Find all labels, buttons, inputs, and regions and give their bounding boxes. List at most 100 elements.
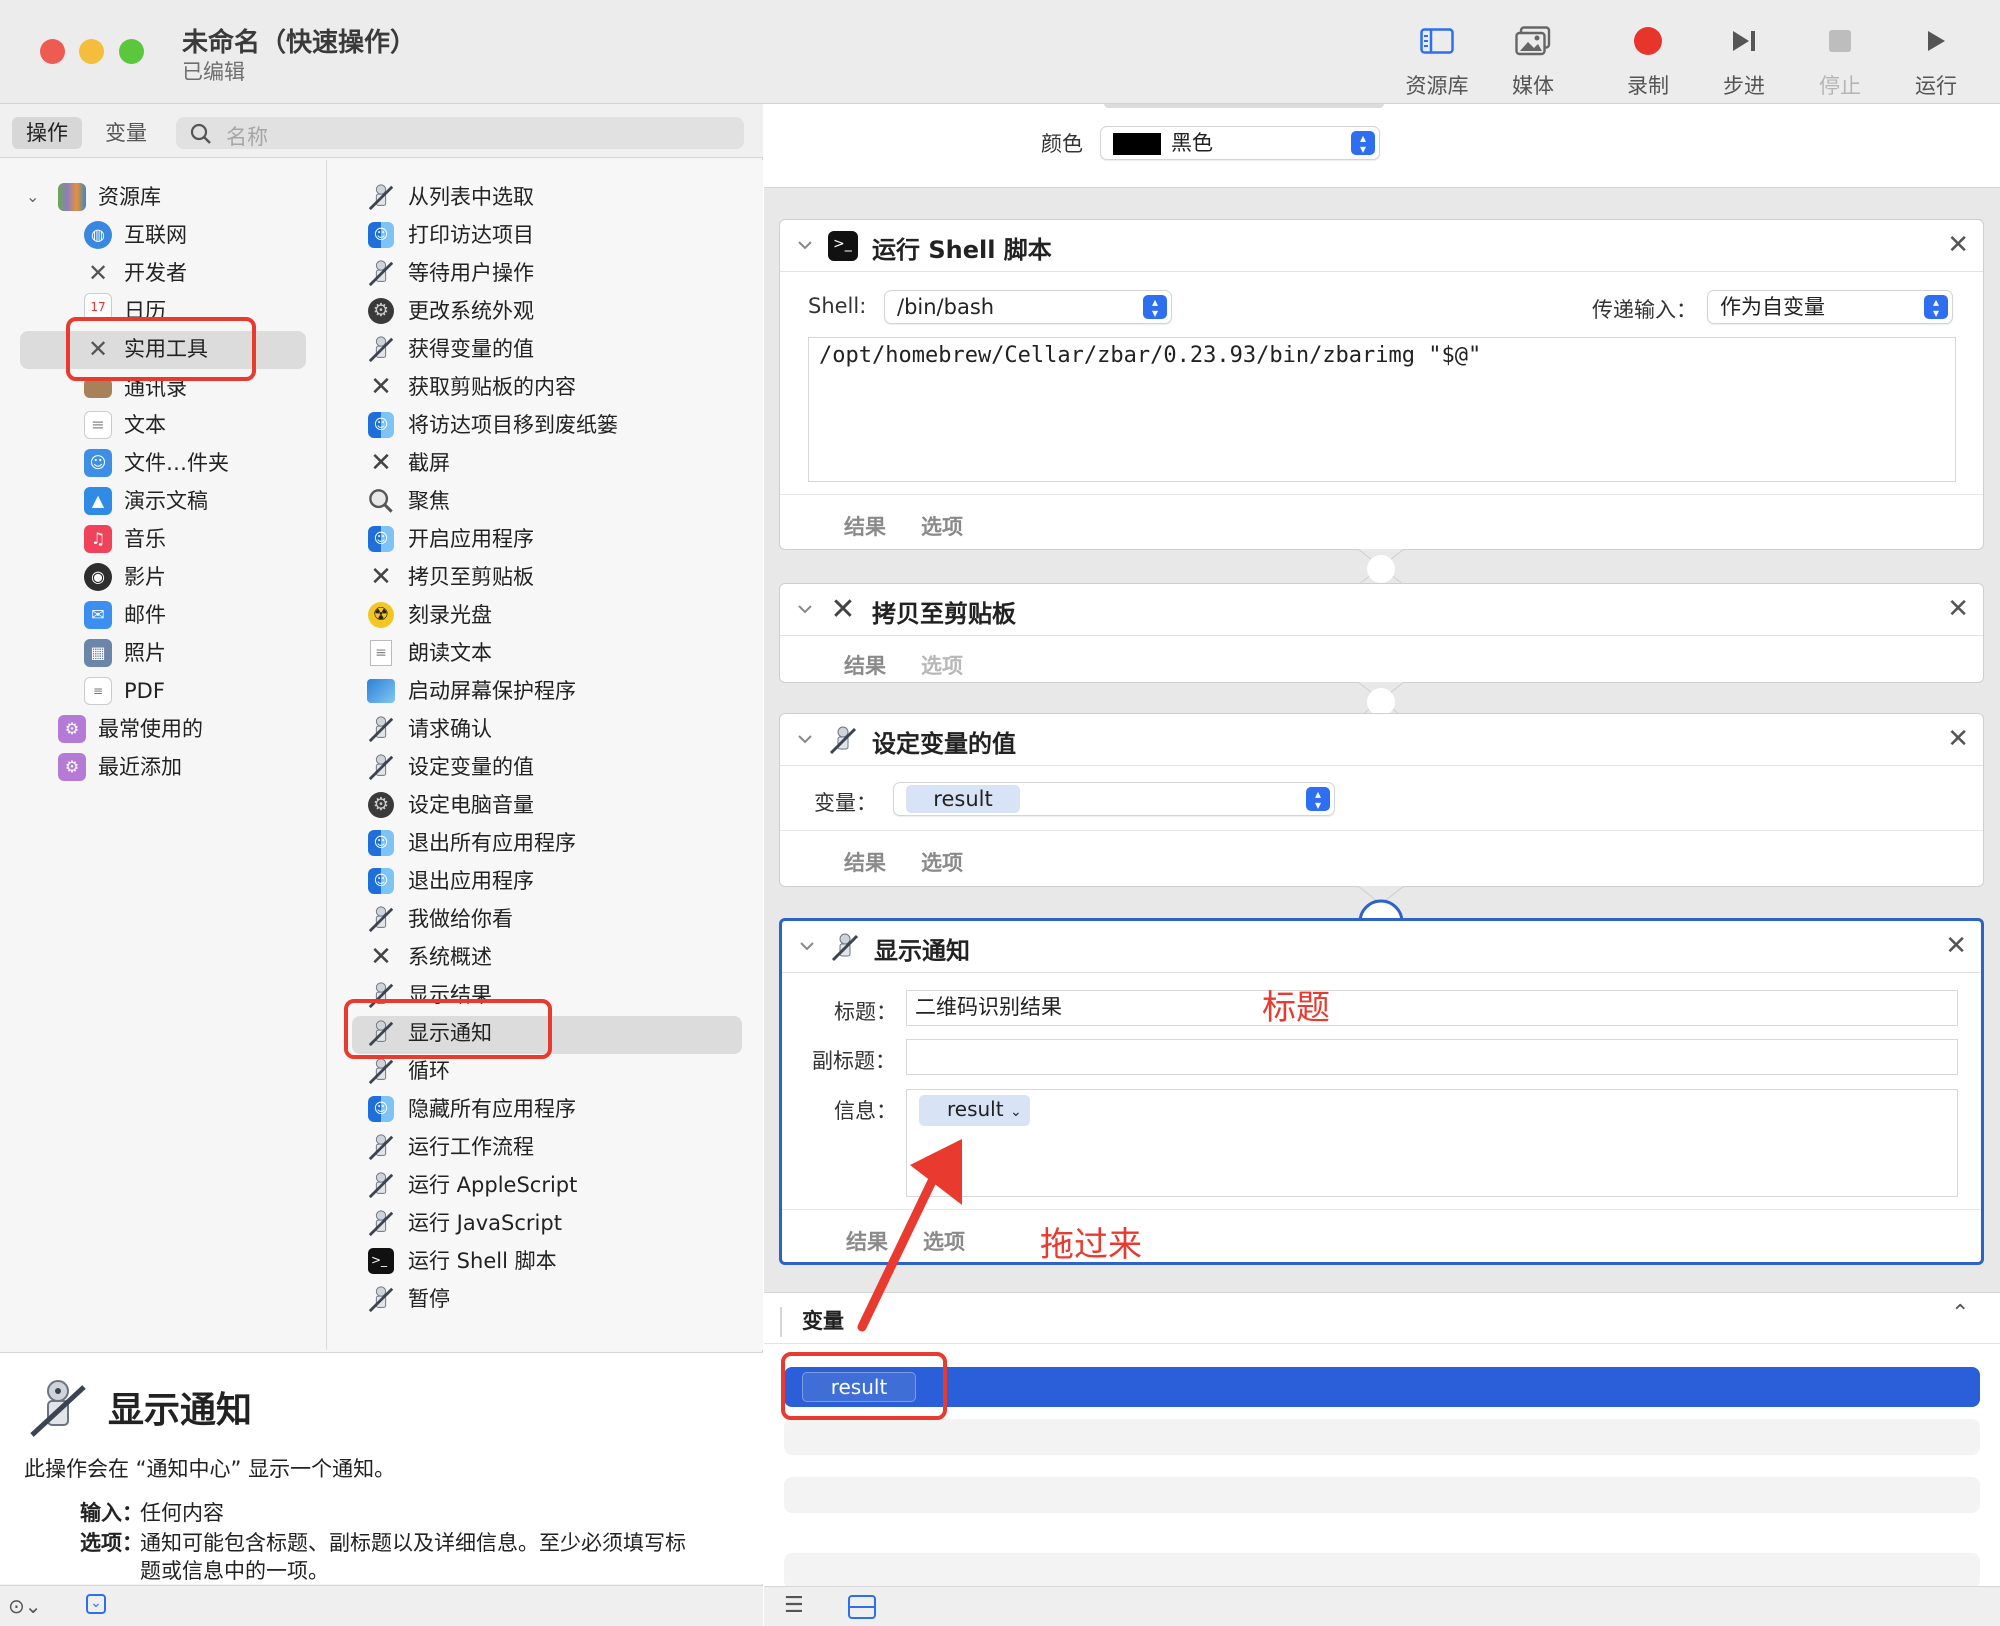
action-item[interactable]: 聚焦 [366, 483, 450, 519]
run-button[interactable]: 运行 [1891, 20, 1981, 100]
action-item[interactable]: 设定变量的值 [366, 749, 534, 785]
category-presentations[interactable]: ▲ 演示文稿 [84, 483, 208, 519]
category-most-used[interactable]: ⚙ 最常使用的 [58, 711, 203, 747]
category-movies[interactable]: ◉ 影片 [84, 559, 166, 595]
action-item[interactable]: ☺ 退出所有应用程序 [366, 825, 576, 861]
action-item[interactable]: ✕ 拷贝至剪贴板 [366, 559, 534, 595]
category-pdf[interactable]: ≡ PDF [84, 673, 165, 709]
message-variable-token[interactable]: result ⌄ [919, 1095, 1030, 1126]
smart-folder-icon: ⚙ [58, 753, 86, 781]
close-icon[interactable]: ✕ [1947, 724, 1969, 754]
close-icon[interactable]: ✕ [1947, 594, 1969, 624]
action-item[interactable]: >_ 运行 Shell 脚本 [366, 1243, 557, 1279]
notification-title-field[interactable]: 二维码识别结果 [906, 990, 1958, 1026]
action-item[interactable]: 运行 JavaScript [366, 1205, 562, 1241]
search-icon [366, 486, 396, 516]
notification-title-label: 标题： [834, 1000, 897, 1024]
variables-panel-title: 变量 [802, 1309, 844, 1333]
action-item[interactable]: ☺ 退出应用程序 [366, 863, 534, 899]
category-mail[interactable]: ✉ 邮件 [84, 597, 166, 633]
variables-view-icon[interactable] [848, 1595, 876, 1619]
library-button[interactable]: 资源库 [1392, 20, 1482, 100]
results-tab[interactable]: 结果 [844, 847, 886, 877]
collapse-chevron-icon[interactable] [794, 234, 816, 256]
results-tab[interactable]: 结果 [844, 511, 886, 541]
category-developer[interactable]: ✕ 开发者 [84, 255, 187, 291]
description-options-label: 选项： [80, 1531, 143, 1555]
action-item[interactable]: 请求确认 [366, 711, 492, 747]
notification-subtitle-field[interactable] [906, 1039, 1958, 1075]
automator-robot-icon [831, 933, 859, 962]
annotation-highlight-utilities [66, 317, 256, 381]
action-item[interactable]: 我做给你看 [366, 901, 513, 937]
action-label: 聚焦 [408, 489, 450, 513]
category-music[interactable]: ♫ 音乐 [84, 521, 166, 557]
category-files-folders[interactable]: ☺ 文件…件夹 [84, 445, 229, 481]
pass-input-value: 作为自变量 [1720, 295, 1825, 319]
description-toggle-icon[interactable]: ⌄ [86, 1594, 106, 1614]
action-label: 从列表中选取 [408, 185, 534, 209]
action-item[interactable]: ⚙ 设定电脑音量 [366, 787, 534, 823]
shell-value: /bin/bash [897, 295, 995, 319]
collapse-chevron-icon[interactable] [794, 598, 816, 620]
category-label: 通讯录 [124, 376, 187, 399]
variable-row-selected[interactable]: result [784, 1367, 1980, 1407]
options-tab[interactable]: 选项 [921, 847, 963, 877]
notification-message-field[interactable]: result ⌄ [906, 1089, 1958, 1197]
close-window-button[interactable] [40, 39, 65, 64]
action-item[interactable]: ≡ 朗读文本 [366, 635, 492, 671]
pass-input-popup[interactable]: 作为自变量 ▴ ▾ [1707, 290, 1953, 324]
action-item[interactable]: ☺ 将访达项目移到废纸篓 [366, 407, 618, 443]
notification-message-label: 信息： [834, 1099, 897, 1123]
action-item[interactable]: ✕ 获取剪贴板的内容 [366, 369, 576, 405]
action-item[interactable]: ☺ 打印访达项目 [366, 217, 534, 253]
collapse-panel-icon[interactable]: ⌃ [1951, 1301, 1969, 1326]
media-button[interactable]: 媒体 [1488, 20, 1578, 100]
options-tab[interactable]: 选项 [921, 511, 963, 541]
action-item[interactable]: ☺ 隐藏所有应用程序 [366, 1091, 576, 1127]
action-item[interactable]: 启动屏幕保护程序 [366, 673, 576, 709]
action-item[interactable]: ☺ 开启应用程序 [366, 521, 534, 557]
tab-actions[interactable]: 操作 [12, 117, 82, 149]
category-recently-added[interactable]: ⚙ 最近添加 [58, 749, 182, 785]
action-item[interactable]: 运行 AppleScript [366, 1167, 577, 1203]
stop-icon [1795, 20, 1885, 62]
category-label: 演示文稿 [124, 489, 208, 513]
script-textarea[interactable]: /opt/homebrew/Cellar/zbar/0.23.93/bin/zb… [808, 337, 1956, 482]
collapse-chevron-icon[interactable] [796, 935, 818, 957]
results-tab[interactable]: 结果 [844, 650, 886, 680]
close-icon[interactable]: ✕ [1947, 230, 1969, 260]
automator-robot-icon [366, 1208, 396, 1238]
action-item[interactable]: 运行工作流程 [366, 1129, 534, 1165]
zoom-window-button[interactable] [119, 39, 144, 64]
action-item[interactable]: 暂停 [366, 1281, 450, 1317]
category-library[interactable]: ⌄ 资源库 [26, 179, 161, 215]
minimize-window-button[interactable] [79, 39, 104, 64]
action-item[interactable]: 等待用户操作 [366, 255, 534, 291]
action-item[interactable]: ✕ 截屏 [366, 445, 450, 481]
action-item[interactable]: 从列表中选取 [366, 179, 534, 215]
more-options-icon[interactable]: ⊙⌄ [8, 1594, 42, 1618]
close-icon[interactable]: ✕ [1945, 931, 1967, 961]
record-button[interactable]: 录制 [1603, 20, 1693, 100]
action-label: 运行 Shell 脚本 [408, 1249, 557, 1273]
action-item[interactable]: ⚙ 更改系统外观 [366, 293, 534, 329]
action-item[interactable]: ✕ 系统概述 [366, 939, 492, 975]
step-button[interactable]: 步进 [1699, 20, 1789, 100]
action-item[interactable]: 获得变量的值 [366, 331, 534, 367]
category-photos[interactable]: ▦ 照片 [84, 635, 166, 671]
action-item[interactable]: ☢ 刻录光盘 [366, 597, 492, 633]
options-tab[interactable]: 选项 [921, 650, 963, 680]
category-text[interactable]: ≡ 文本 [84, 407, 166, 443]
collapse-chevron-icon[interactable] [794, 728, 816, 750]
log-view-icon[interactable]: ☰ [784, 1593, 804, 1618]
color-popup[interactable]: 黑色 ▴ ▾ [1100, 126, 1380, 160]
stop-button[interactable]: 停止 [1795, 20, 1885, 100]
tab-variables[interactable]: 变量 [91, 117, 161, 149]
search-input[interactable]: 名称 [176, 117, 744, 149]
category-calendar[interactable]: 17 日历 [84, 293, 166, 317]
variable-popup[interactable]: result ▴ ▾ [893, 782, 1335, 816]
shell-popup[interactable]: /bin/bash ▴ ▾ [884, 290, 1172, 324]
category-internet[interactable]: ◍ 互联网 [84, 217, 187, 253]
automator-robot-icon [26, 1377, 90, 1441]
